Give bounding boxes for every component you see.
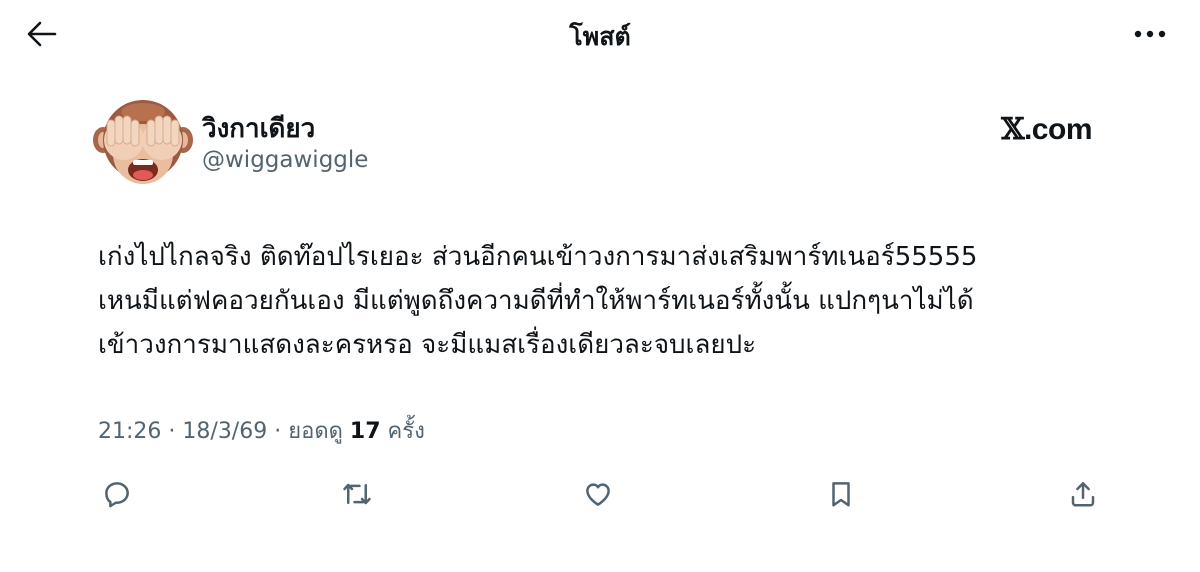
tweet-line: เข้าวงการมาแสดงละครหรอ จะมีแมสเรื่องเดีย… — [98, 330, 757, 360]
bookmark-icon — [832, 482, 850, 507]
display-name[interactable]: วิงกาเดียว — [202, 108, 315, 149]
see-no-evil-monkey-emoji — [93, 100, 193, 184]
repost-icon — [343, 483, 371, 505]
heart-icon — [586, 483, 610, 506]
x-logo: 𝕏.com — [1001, 112, 1092, 147]
more-button[interactable] — [1130, 16, 1170, 52]
reply-button[interactable] — [97, 474, 137, 514]
x-glyph: 𝕏 — [1001, 112, 1024, 147]
views-label: ยอดดู — [288, 419, 343, 444]
tweet-text: เก่งไปไกลจริง ติดท๊อปไรเยอะ ส่วนอีกคนเข้… — [98, 235, 1138, 367]
more-horizontal-icon — [1134, 30, 1166, 38]
separator: · — [168, 419, 176, 444]
user-handle[interactable]: @wiggawiggle — [202, 147, 368, 173]
post-date[interactable]: 18/3/69 — [182, 419, 267, 444]
views-count: 17 — [349, 419, 381, 444]
header-bar: โพสต์ — [0, 0, 1200, 68]
post-page: โพสต์ วิงกาเดียว @wiggawiggle 𝕏.com เก่ง… — [0, 0, 1200, 572]
bookmark-button[interactable] — [821, 474, 861, 514]
tweet-meta: 21:26 · 18/3/69 · ยอดดู 17 ครั้ง — [98, 413, 425, 448]
views-unit: ครั้ง — [387, 419, 425, 444]
share-icon — [1071, 482, 1095, 507]
tweet-line: เหนมีแต่ฟคอวยกันเอง มีแต่พูดถึงความดีที่… — [98, 286, 974, 316]
separator: · — [274, 419, 282, 444]
reply-icon — [105, 482, 129, 508]
page-title: โพสต์ — [569, 22, 631, 51]
repost-button[interactable] — [337, 474, 377, 514]
like-button[interactable] — [578, 474, 618, 514]
tweet-line: เก่งไปไกลจริง ติดท๊อปไรเยอะ ส่วนอีกคนเข้… — [98, 242, 978, 272]
avatar[interactable] — [93, 96, 193, 192]
share-button[interactable] — [1063, 474, 1103, 514]
post-time[interactable]: 21:26 — [98, 419, 161, 444]
brand-domain: .com — [1023, 113, 1093, 146]
